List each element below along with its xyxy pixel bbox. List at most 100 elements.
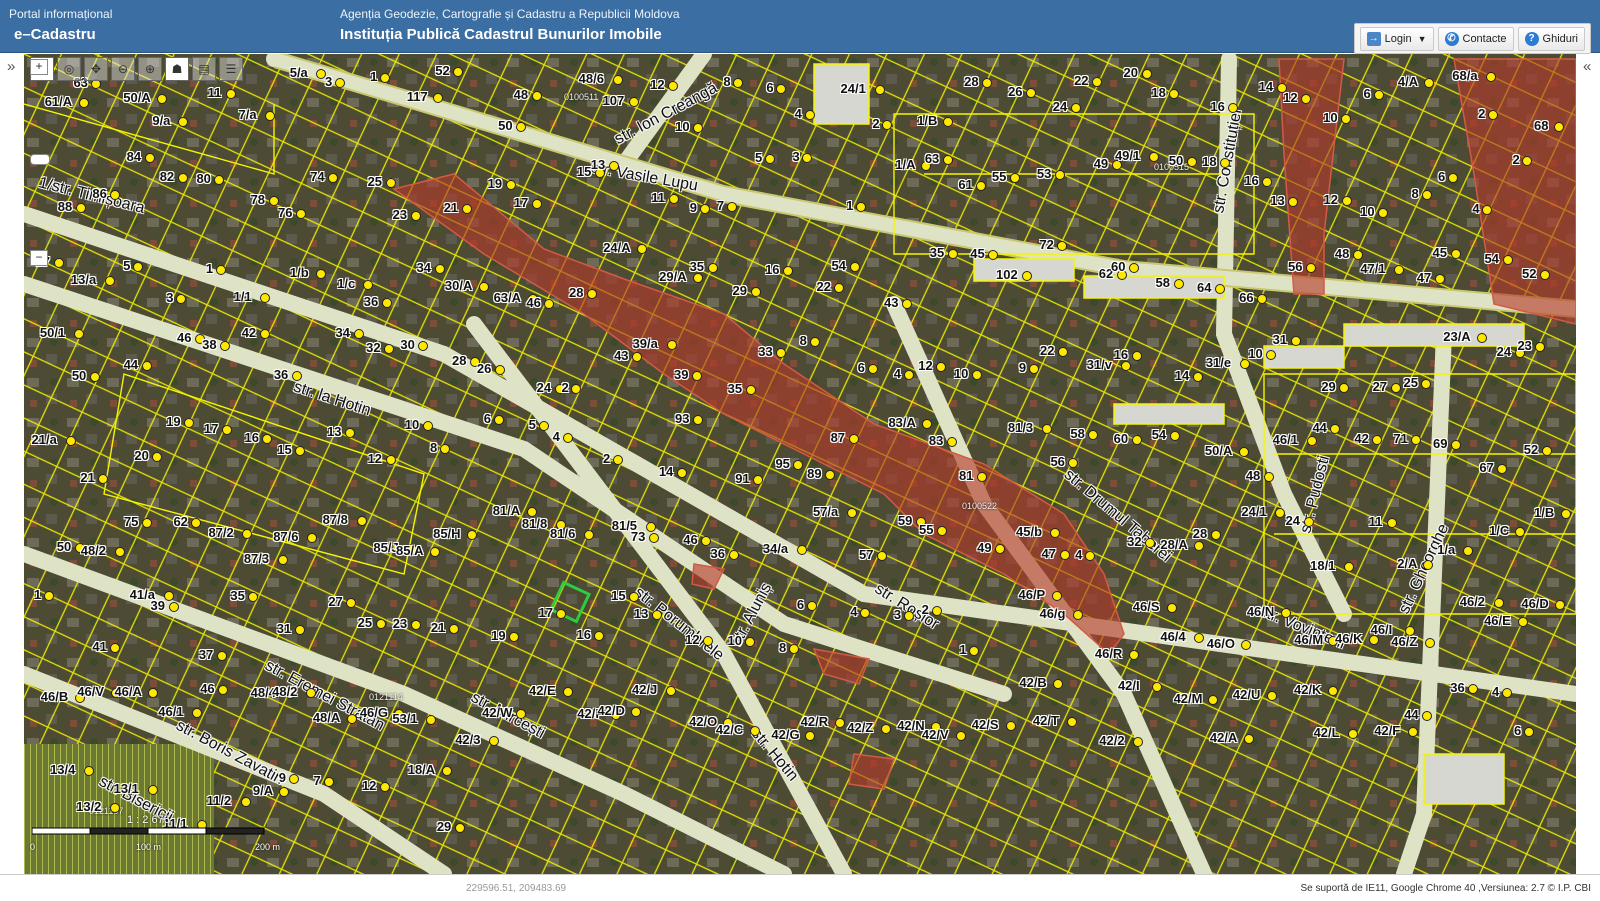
parcel-number-label[interactable]: 42/G xyxy=(771,727,799,742)
parcel-point-marker[interactable] xyxy=(461,204,472,215)
parcel-number-label[interactable]: 4 xyxy=(553,429,560,444)
parcel-number-label[interactable]: 58 xyxy=(1156,275,1170,290)
parcel-point-marker[interactable] xyxy=(1394,264,1405,275)
parcel-number-label[interactable]: 42/S xyxy=(972,717,999,732)
parcel-number-label[interactable]: 60 xyxy=(1111,259,1125,274)
parcel-number-label[interactable]: 1/1 xyxy=(234,289,252,304)
parcel-number-label[interactable]: 84 xyxy=(127,149,141,164)
parcel-number-label[interactable]: 48/A xyxy=(313,710,340,725)
parcel-point-marker[interactable] xyxy=(385,178,396,189)
parcel-point-marker[interactable] xyxy=(1421,190,1432,201)
parcel-point-marker[interactable] xyxy=(902,298,912,309)
parcel-number-label[interactable]: 49/1 xyxy=(1115,148,1140,163)
parcel-number-label[interactable]: 3 xyxy=(792,149,799,164)
parcel-number-label[interactable]: 12 xyxy=(650,77,664,92)
parcel-number-label[interactable]: 75 xyxy=(124,514,138,529)
parcel-number-label[interactable]: 11 xyxy=(651,190,665,205)
parcel-number-label[interactable]: 1 xyxy=(959,642,966,657)
chevron-double-left-icon[interactable]: « xyxy=(1583,58,1591,75)
parcel-number-label[interactable]: 17 xyxy=(538,605,552,620)
parcel-number-label[interactable]: 42/3 xyxy=(455,732,480,747)
parcel-number-label[interactable]: 4 xyxy=(1075,547,1082,562)
parcel-number-label[interactable]: 18 xyxy=(1202,154,1216,169)
parcel-number-label[interactable]: 33 xyxy=(758,344,772,359)
parcel-point-marker[interactable] xyxy=(676,467,687,478)
parcel-point-marker[interactable] xyxy=(1339,382,1350,393)
parcel-number-label[interactable]: 9 xyxy=(690,200,697,215)
parcel-number-label[interactable]: 2 xyxy=(1512,152,1519,167)
parcel-number-label[interactable]: 4 xyxy=(1472,201,1479,216)
parcel-number-label[interactable]: 30/A xyxy=(445,278,472,293)
parcel-number-label[interactable]: 68 xyxy=(1534,118,1548,133)
parcel-number-label[interactable]: 43 xyxy=(614,348,628,363)
parcel-number-label[interactable]: 24 xyxy=(537,380,551,395)
parcel-number-label[interactable]: 42 xyxy=(242,325,256,340)
parcel-number-label[interactable]: 13/2 xyxy=(76,799,101,814)
parcel-point-marker[interactable] xyxy=(141,360,152,371)
parcel-number-label[interactable]: 41 xyxy=(92,639,106,654)
parcel-number-label[interactable]: 25 xyxy=(368,174,382,189)
parcel-number-label[interactable]: 1 xyxy=(370,69,377,84)
parcel-number-label[interactable]: 46/4 xyxy=(1160,629,1185,644)
parcel-number-label[interactable]: 21/a xyxy=(32,432,57,447)
parcel-number-label[interactable]: 81/6 xyxy=(550,526,575,541)
parcel-number-label[interactable]: 53/1 xyxy=(392,711,417,726)
parcel-number-label[interactable]: 57 xyxy=(859,547,873,562)
parcel-number-label[interactable]: 25 xyxy=(1403,375,1417,390)
parcel-number-label[interactable]: 14 xyxy=(659,464,673,479)
parcel-number-label[interactable]: 22 xyxy=(1074,73,1088,88)
parcel-number-label[interactable]: 12 xyxy=(918,358,932,373)
parcel-point-marker[interactable] xyxy=(856,201,867,212)
parcel-point-marker[interactable] xyxy=(1434,273,1445,284)
parcel-number-label[interactable]: 29 xyxy=(437,819,451,834)
parcel-number-label[interactable]: 19 xyxy=(488,176,502,191)
parcel-point-marker[interactable] xyxy=(1207,695,1218,706)
parcel-point-marker[interactable] xyxy=(1005,720,1016,731)
parcel-number-label[interactable]: 23/A xyxy=(1443,329,1470,344)
parcel-number-label[interactable]: 22 xyxy=(1040,343,1054,358)
parcel-point-marker[interactable] xyxy=(73,328,84,339)
parcel-point-marker[interactable] xyxy=(1192,371,1203,382)
parcel-point-marker[interactable] xyxy=(288,773,299,784)
parcel-number-label[interactable]: 24 xyxy=(1053,99,1067,114)
parcel-number-label[interactable]: 15 xyxy=(577,164,591,179)
parcel-point-marker[interactable] xyxy=(1054,169,1065,180)
parcel-number-label[interactable]: 52 xyxy=(1522,266,1536,281)
parcel-number-label[interactable]: 44 xyxy=(1312,420,1326,435)
parcel-number-label[interactable]: 50 xyxy=(498,118,512,133)
parcel-number-label[interactable]: 18/A xyxy=(408,762,435,777)
parcel-number-label[interactable]: 19 xyxy=(491,628,505,643)
parcel-point-marker[interactable] xyxy=(1482,204,1493,215)
parcel-point-marker[interactable] xyxy=(1561,508,1572,519)
parcel-number-label[interactable]: 50 xyxy=(57,539,71,554)
parcel-number-label[interactable]: 42/2 xyxy=(1099,733,1124,748)
parcel-point-marker[interactable] xyxy=(218,684,229,695)
parcel-number-label[interactable]: 81/3 xyxy=(1008,420,1033,435)
parcel-point-marker[interactable] xyxy=(834,717,845,728)
parcel-point-marker[interactable] xyxy=(629,591,640,602)
parcel-number-label[interactable]: 46 xyxy=(177,330,191,345)
parcel-point-marker[interactable] xyxy=(947,248,958,259)
parcel-point-marker[interactable] xyxy=(1131,350,1142,361)
parcel-point-marker[interactable] xyxy=(294,624,305,635)
parcel-number-label[interactable]: 24/1 xyxy=(1241,504,1266,519)
parcel-number-label[interactable]: 17 xyxy=(204,421,218,436)
parcel-number-label[interactable]: 45 xyxy=(970,246,984,261)
parcel-number-label[interactable]: 20 xyxy=(134,448,148,463)
parcel-number-label[interactable]: 10 xyxy=(675,119,689,134)
parcel-number-label[interactable]: 4 xyxy=(1492,684,1499,699)
parcel-number-label[interactable]: 27 xyxy=(1373,379,1387,394)
parcel-number-label[interactable]: 6 xyxy=(797,597,804,612)
parcel-number-label[interactable]: 117 xyxy=(407,89,428,104)
parcel-number-label[interactable]: 48 xyxy=(1335,246,1349,261)
parcel-number-label[interactable]: 46 xyxy=(526,295,540,310)
parcel-point-marker[interactable] xyxy=(1066,716,1077,727)
parcel-point-marker[interactable] xyxy=(809,336,820,347)
parcel-number-label[interactable]: 31/e xyxy=(1206,355,1231,370)
parcel-number-label[interactable]: 1/B xyxy=(1534,505,1554,520)
parcel-number-label[interactable]: 9/A xyxy=(253,783,273,798)
parcel-point-marker[interactable] xyxy=(1210,529,1221,540)
parcel-number-label[interactable]: 46/1 xyxy=(1273,432,1298,447)
parcel-point-marker[interactable] xyxy=(976,472,987,483)
parcel-number-label[interactable]: 5 xyxy=(529,417,536,432)
